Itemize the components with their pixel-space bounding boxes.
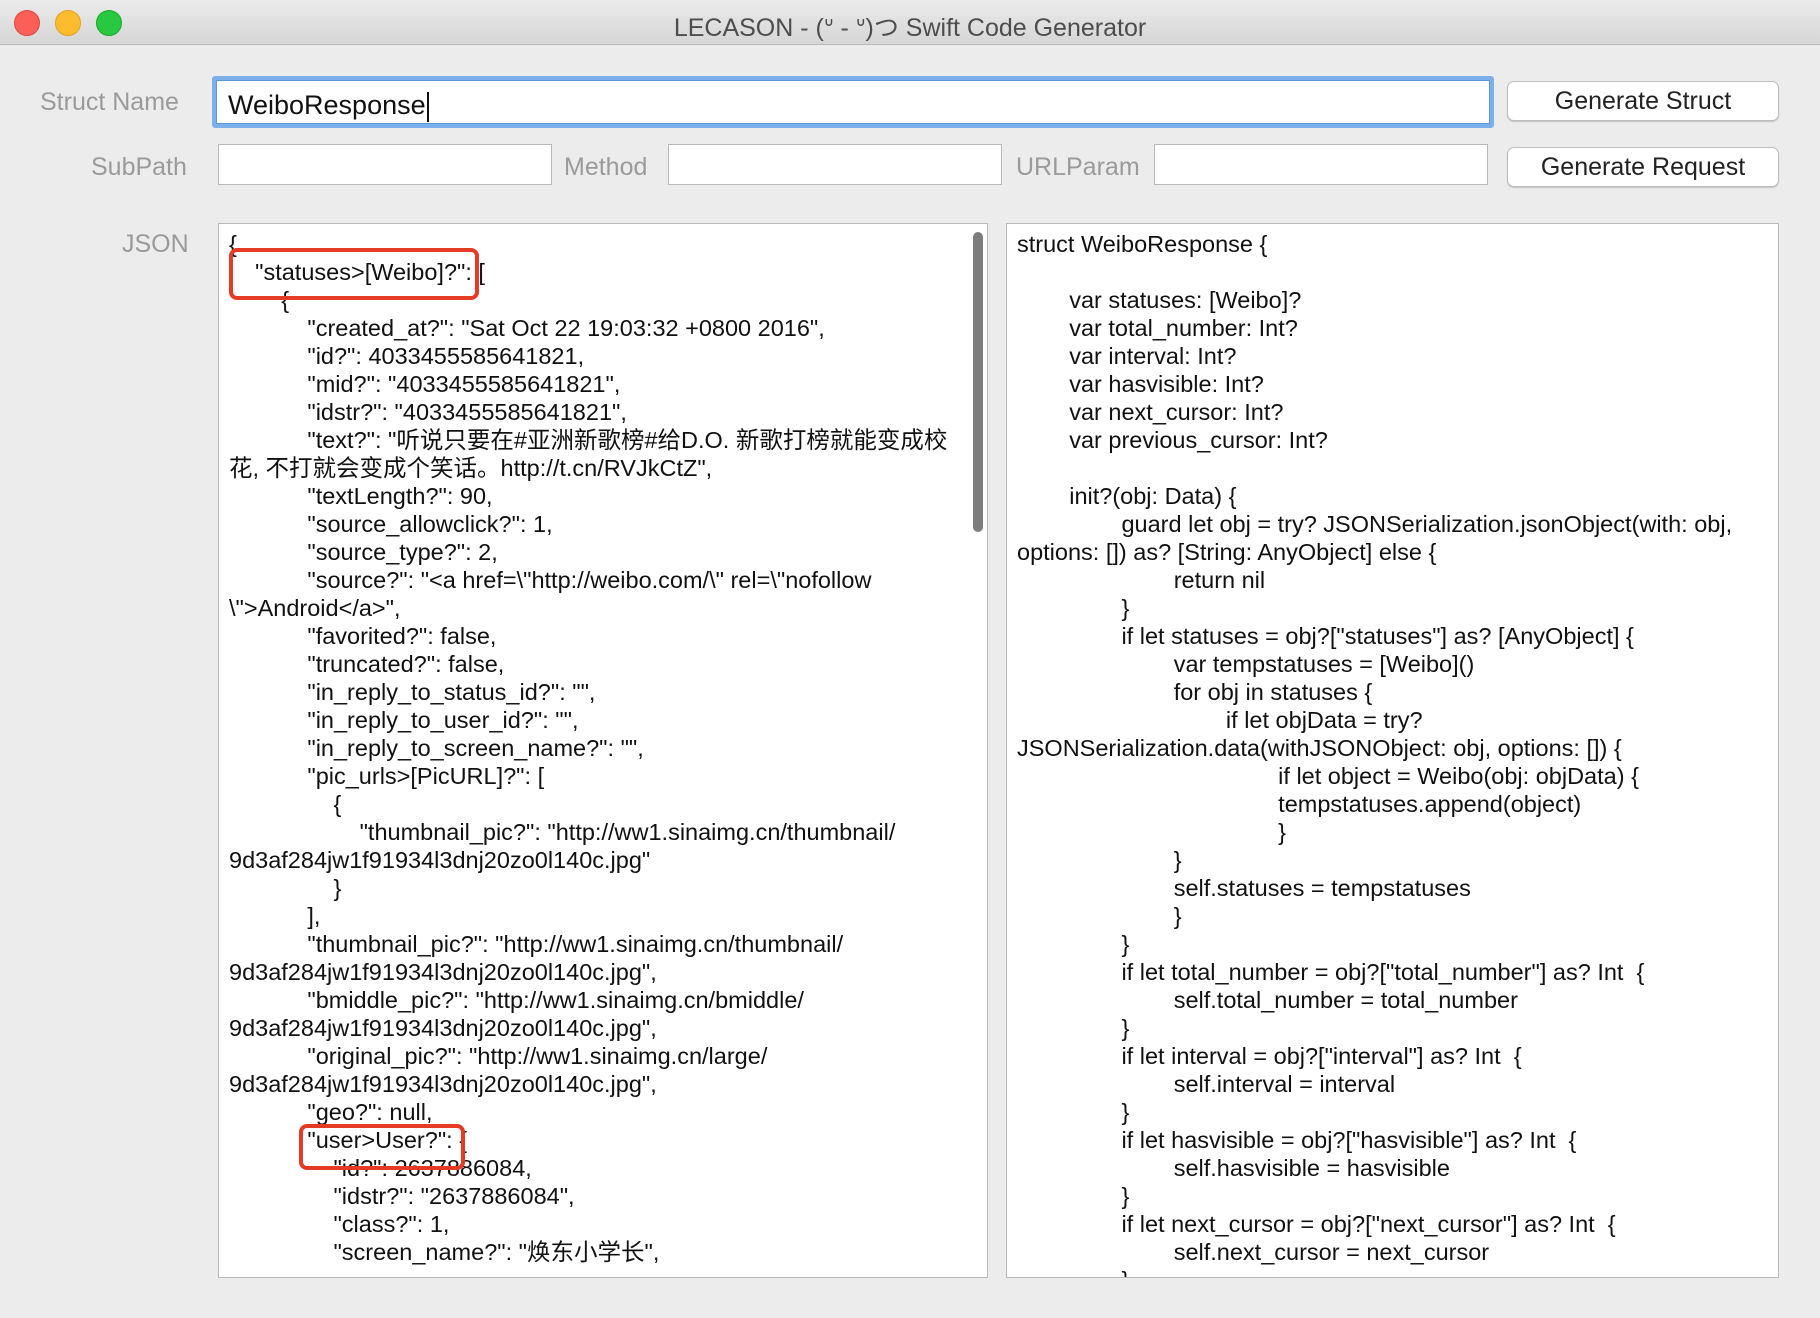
json-code-line: "in_reply_to_status_id?": "", [229, 679, 596, 705]
json-code-line: "text?": "听说只要在#亚洲新歌榜#给D.O. 新歌打榜就能变成校 [229, 427, 948, 453]
swift-code-line: if let hasvisible = obj?["hasvisible"] a… [1017, 1127, 1577, 1153]
json-code-line: 花, 不打就会变成个笑话。http://t.cn/RVJkCtZ", [229, 455, 713, 481]
json-code-line: "bmiddle_pic?": "http://ww1.sinaimg.cn/b… [229, 987, 804, 1013]
swift-code-line [1017, 454, 1732, 482]
swift-code-line: tempstatuses.append(object) [1017, 791, 1582, 817]
json-code-line: \">Android</a>", [229, 595, 401, 621]
json-code-line: "truncated?": false, [229, 651, 505, 677]
swift-code-line: options: []) as? [String: AnyObject] els… [1017, 539, 1437, 565]
json-code-line: "pic_urls>[PicURL]?": [ [229, 763, 545, 789]
swift-code-line: var tempstatuses = [Weibo]() [1017, 651, 1475, 677]
swift-code-text: struct WeiboResponse { var statuses: [We… [1017, 230, 1733, 1277]
json-code-line: "favorited?": false, [229, 623, 497, 649]
generate-struct-button[interactable]: Generate Struct [1507, 81, 1779, 121]
json-code-line: 9d3af284jw1f91934l3dnj20zo0l140c.jpg" [229, 847, 651, 873]
swift-code-line: self.statuses = tempstatuses [1017, 875, 1471, 901]
statuses-highlight-box [229, 248, 479, 300]
struct-name-input[interactable]: WeiboResponse [212, 76, 1494, 128]
swift-code-line: var interval: Int? [1017, 343, 1237, 369]
swift-code-line: JSONSerialization.data(withJSONObject: o… [1017, 735, 1622, 761]
json-code-line: "source_type?": 2, [229, 539, 498, 565]
swift-code-line: } [1017, 595, 1130, 621]
json-code-text: { "statuses>[Weibo]?": [ { "created_at?"… [229, 230, 947, 1266]
json-code-line: "idstr?": "4033455585641821", [229, 399, 627, 425]
swift-code-line [1017, 258, 1732, 286]
json-code-line: "thumbnail_pic?": "http://ww1.sinaimg.cn… [229, 819, 896, 845]
swift-code-line: } [1017, 1266, 1732, 1277]
struct-name-value: WeiboResponse [228, 90, 426, 120]
swift-code-line: var statuses: [Weibo]? [1017, 287, 1302, 313]
json-code-line: "textLength?": 90, [229, 483, 493, 509]
json-code-line: "thumbnail_pic?": "http://ww1.sinaimg.cn… [229, 931, 844, 957]
window-title: LECASON - (ᐡ - ᐡ)つ Swift Code Generator [673, 14, 1147, 42]
swift-code-line: if let next_cursor = obj?["next_cursor"]… [1017, 1211, 1616, 1237]
json-code-line: "idstr?": "2637886084", [229, 1183, 575, 1209]
swift-code-line: if let object = Weibo(obj: objData) { [1017, 763, 1639, 789]
json-code-line: 9d3af284jw1f91934l3dnj20zo0l140c.jpg", [229, 1015, 657, 1041]
generate-request-button[interactable]: Generate Request [1507, 147, 1779, 187]
json-code-line: "screen_name?": "焕东小学长", [229, 1239, 660, 1265]
swift-code-line: } [1017, 819, 1287, 845]
swift-code-line: } [1017, 1099, 1130, 1125]
swift-code-line: var total_number: Int? [1017, 315, 1298, 341]
text-caret [426, 91, 429, 122]
json-code-line: ], [229, 903, 321, 929]
json-code-line: "original_pic?": "http://ww1.sinaimg.cn/… [229, 1043, 768, 1069]
json-code-line: "created_at?": "Sat Oct 22 19:03:32 +080… [229, 315, 825, 341]
swift-code-line: var previous_cursor: Int? [1017, 427, 1328, 453]
swift-code-line: } [1017, 1015, 1130, 1041]
swift-code-line: } [1017, 847, 1182, 873]
subpath-label: SubPath [91, 153, 187, 181]
title-bar[interactable]: LECASON - (ᐡ - ᐡ)つ Swift Code Generator [0, 0, 1820, 45]
json-code-line: } [229, 875, 342, 901]
json-code-line: { [229, 791, 342, 817]
swift-code-line: guard let obj = try? JSONSerialization.j… [1017, 511, 1733, 537]
json-code-line: "source?": "<a href=\"http://weibo.com/\… [229, 567, 872, 593]
swift-code-line: self.interval = interval [1017, 1071, 1396, 1097]
swift-code-line: if let statuses = obj?["statuses"] as? [… [1017, 623, 1634, 649]
json-input-textarea[interactable]: { "statuses>[Weibo]?": [ { "created_at?"… [218, 223, 988, 1278]
swift-code-line: } [1017, 931, 1130, 957]
json-code-line: "source_allowclick?": 1, [229, 511, 553, 537]
swift-code-line: return nil [1017, 567, 1266, 593]
user-highlight-box [299, 1124, 465, 1170]
swift-code-line: } [1017, 903, 1182, 929]
swift-code-line: } [1017, 1183, 1130, 1209]
swift-code-line: var next_cursor: Int? [1017, 399, 1284, 425]
swift-code-line: if let interval = obj?["interval"] as? I… [1017, 1043, 1522, 1069]
json-code-line: 9d3af284jw1f91934l3dnj20zo0l140c.jpg", [229, 959, 657, 985]
method-label: Method [564, 153, 648, 181]
swift-code-line: if let objData = try? [1017, 707, 1423, 733]
swift-code-line: if let total_number = obj?["total_number… [1017, 959, 1645, 985]
struct-name-label: Struct Name [40, 88, 179, 116]
urlparam-label: URLParam [1016, 153, 1140, 181]
app-window: LECASON - (ᐡ - ᐡ)つ Swift Code Generator … [0, 0, 1820, 1318]
urlparam-input[interactable] [1154, 144, 1488, 185]
method-input[interactable] [668, 144, 1002, 185]
swift-code-line: self.total_number = total_number [1017, 987, 1518, 1013]
json-code-line: "class?": 1, [229, 1211, 450, 1237]
subpath-input[interactable] [218, 144, 552, 185]
swift-code-line: init?(obj: Data) { [1017, 483, 1237, 509]
json-code-line: "mid?": "4033455585641821", [229, 371, 621, 397]
json-code-line: "in_reply_to_screen_name?": "", [229, 735, 644, 761]
json-label: JSON [122, 230, 189, 258]
swift-code-line: var hasvisible: Int? [1017, 371, 1264, 397]
swift-code-line: struct WeiboResponse { [1017, 231, 1268, 257]
json-code-line: "geo?": null, [229, 1099, 433, 1125]
json-code-line: "id?": 4033455585641821, [229, 343, 585, 369]
json-code-line: 9d3af284jw1f91934l3dnj20zo0l140c.jpg", [229, 1071, 657, 1097]
json-scrollbar[interactable] [973, 232, 983, 532]
swift-output-textarea[interactable]: struct WeiboResponse { var statuses: [We… [1006, 223, 1779, 1278]
swift-code-line: self.hasvisible = hasvisible [1017, 1155, 1450, 1181]
json-code-line: "in_reply_to_user_id?": "", [229, 707, 579, 733]
swift-code-line: self.next_cursor = next_cursor [1017, 1239, 1490, 1265]
swift-code-line: for obj in statuses { [1017, 679, 1373, 705]
